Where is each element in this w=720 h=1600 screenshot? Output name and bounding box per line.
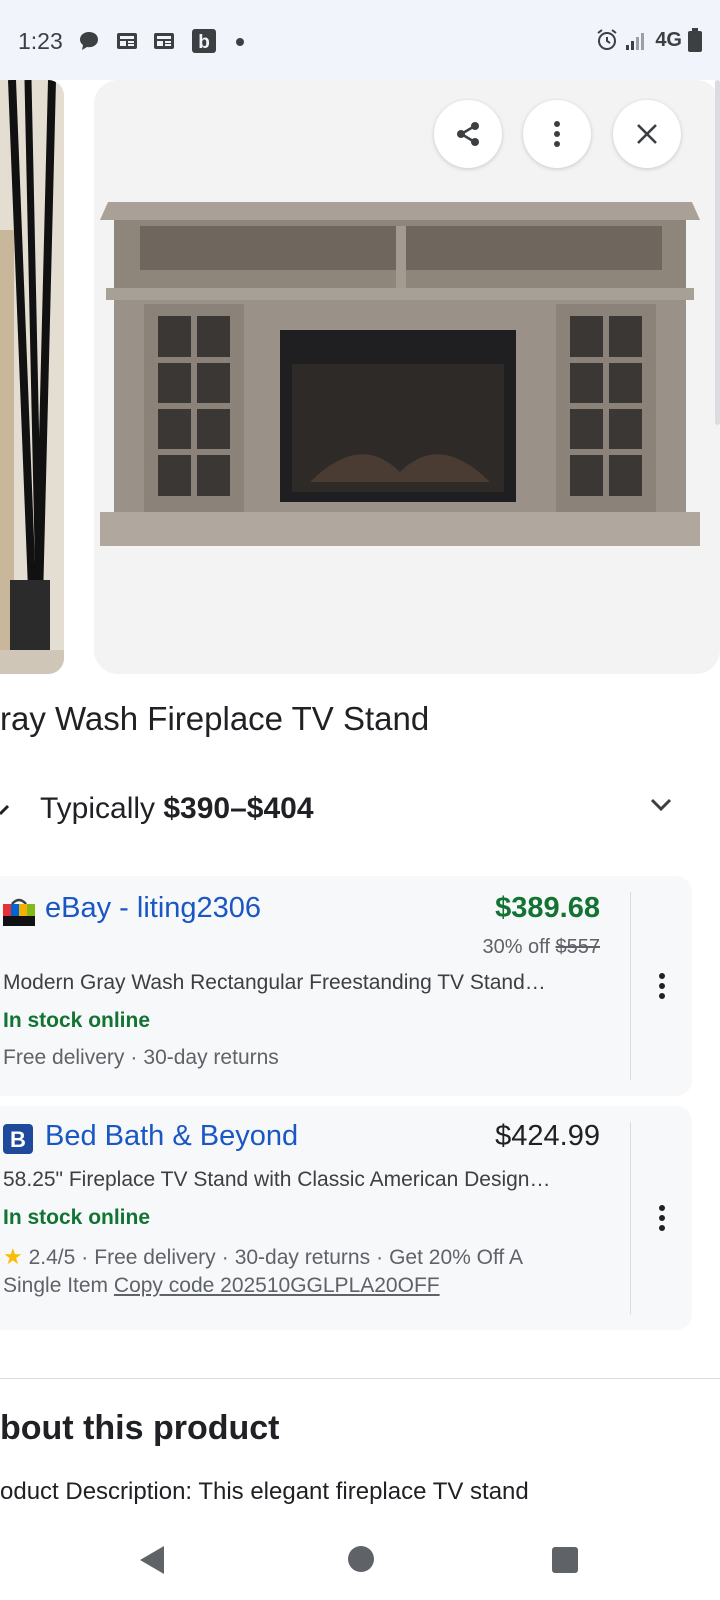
signal-icon — [626, 33, 645, 50]
home-icon[interactable] — [348, 1546, 374, 1572]
dot-icon — [236, 38, 244, 46]
svg-text:B: B — [10, 1127, 26, 1152]
news-icon — [154, 33, 174, 49]
scrollbar[interactable] — [715, 80, 720, 425]
offer-meta-line2: Single Item Copy code 202510GGLPLA20OFF — [3, 1274, 440, 1297]
battery-icon — [688, 28, 702, 52]
offer-price: $389.68 — [495, 892, 600, 924]
more-vert-icon — [554, 121, 560, 147]
recents-icon[interactable] — [552, 1547, 578, 1573]
copy-coupon-link[interactable]: Copy code 202510GGLPLA20OFF — [114, 1274, 440, 1297]
rating: 2.4/5 — [28, 1246, 76, 1269]
offer-description: Modern Gray Wash Rectangular Freestandin… — [3, 971, 546, 994]
chevron-down-icon[interactable] — [650, 798, 672, 812]
discount-label: 30% off $557 — [482, 936, 601, 958]
b-app-icon: b — [192, 29, 216, 53]
offer-description: 58.25" Fireplace TV Stand with Classic A… — [3, 1168, 551, 1191]
system-nav-bar — [0, 1530, 720, 1600]
status-time: 1:23 — [18, 28, 63, 54]
bed-bath-beyond-logo-icon: B — [3, 1124, 33, 1154]
star-icon: ★ — [3, 1244, 23, 1269]
section-divider — [0, 1378, 720, 1379]
typical-price-row[interactable]: Typically $390–$404 — [0, 790, 720, 836]
offer-card-ebay[interactable]: eBay - liting2306 $389.68 30% off $557 M… — [0, 876, 692, 1096]
tv-stand-image — [100, 202, 700, 546]
stock-status: In stock online — [3, 1206, 151, 1229]
divider — [630, 892, 631, 1080]
share-icon — [457, 122, 479, 146]
about-description: oduct Description: This elegant fireplac… — [0, 1478, 529, 1505]
news-icon — [117, 33, 137, 49]
close-icon — [637, 124, 657, 144]
merchant-name[interactable]: eBay - liting2306 — [45, 892, 261, 925]
about-section-title: bout this product — [0, 1409, 280, 1447]
typical-price: Typically $390–$404 — [40, 792, 314, 825]
offer-card-bed-bath-beyond[interactable]: B Bed Bath & Beyond $424.99 58.25" Firep… — [0, 1106, 692, 1330]
previous-image-thumbnail[interactable] — [0, 80, 64, 674]
back-icon[interactable] — [138, 1544, 166, 1576]
ebay-logo-icon — [3, 898, 35, 926]
offer-meta: Free delivery · 30-day returns — [3, 1046, 279, 1069]
chat-icon — [80, 32, 98, 50]
status-bar: 1:23 b 4G — [0, 0, 720, 80]
offer-meta: ★ 2.4/5 · Free delivery · 30-day returns · Get… — [3, 1244, 523, 1269]
more-vert-icon[interactable] — [658, 972, 666, 1000]
product-image[interactable] — [94, 80, 720, 674]
alarm-icon — [597, 29, 617, 50]
stock-status: In stock online — [3, 1009, 151, 1032]
original-price: $557 — [555, 936, 601, 958]
close-button[interactable] — [613, 100, 681, 168]
coat-rack-image — [0, 80, 64, 674]
network-type: 4G — [655, 28, 682, 51]
merchant-name[interactable]: Bed Bath & Beyond — [45, 1120, 298, 1153]
more-options-button[interactable] — [523, 100, 591, 168]
more-vert-icon[interactable] — [658, 1204, 666, 1232]
share-button[interactable] — [434, 100, 502, 168]
svg-text:b: b — [198, 32, 210, 53]
divider — [630, 1122, 631, 1314]
trend-icon — [0, 804, 10, 816]
image-gallery[interactable] — [0, 80, 720, 680]
product-title: ray Wash Fireplace TV Stand — [0, 700, 430, 737]
offer-price: $424.99 — [495, 1120, 600, 1152]
